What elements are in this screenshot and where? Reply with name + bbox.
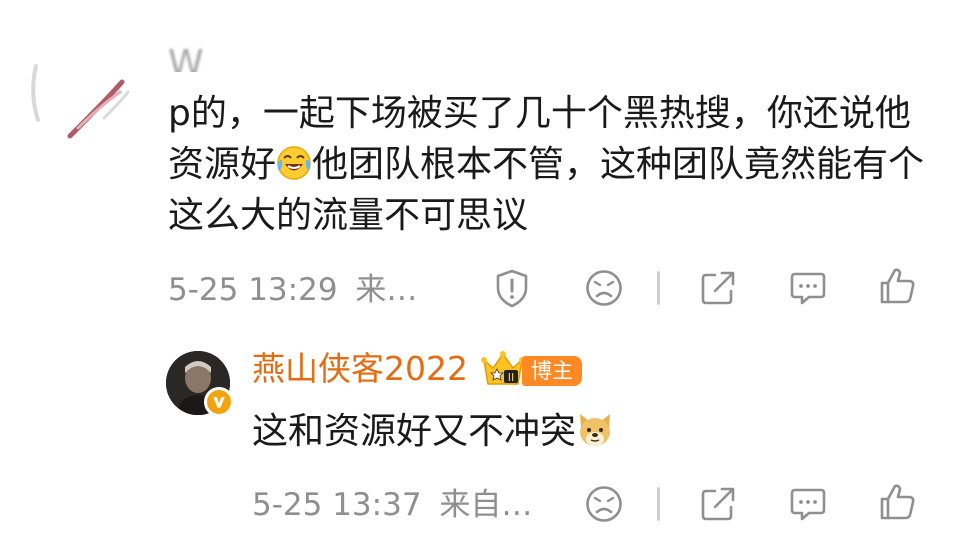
dislike-icon[interactable] bbox=[583, 267, 625, 309]
crown-level: II bbox=[508, 371, 515, 384]
laughing-crying-emoji bbox=[277, 146, 311, 180]
reply-text: 这和资源好又不冲突 bbox=[252, 410, 614, 454]
verified-v-badge-icon bbox=[204, 387, 234, 417]
reply-icon[interactable] bbox=[787, 483, 829, 525]
share-icon[interactable] bbox=[697, 483, 739, 525]
reply-icon[interactable] bbox=[787, 267, 829, 309]
divider bbox=[657, 271, 660, 305]
reply-time: 5-25 13:37 bbox=[252, 487, 422, 523]
blogger-tag: 博主 bbox=[522, 356, 582, 386]
dislike-icon[interactable] bbox=[583, 483, 625, 525]
like-icon[interactable] bbox=[877, 265, 919, 307]
fan-crown-badge-icon: II bbox=[481, 351, 525, 385]
comment-text: p的，一起下场被买了几十个黑热搜，你还说他资源好 他团队根本不管，这种团队竟然能… bbox=[168, 88, 928, 241]
like-icon[interactable] bbox=[877, 481, 919, 523]
truncated-comment-line: W bbox=[168, 43, 204, 72]
reply-source[interactable]: 来自… bbox=[439, 487, 532, 523]
reply-text-content: 这和资源好又不冲突 bbox=[252, 411, 577, 452]
comment-meta: 5-25 13:29 来… bbox=[168, 272, 417, 308]
comment-source[interactable]: 来… bbox=[355, 272, 417, 308]
partial-avatar-image bbox=[31, 64, 130, 139]
share-icon[interactable] bbox=[697, 267, 739, 309]
report-icon[interactable] bbox=[491, 267, 533, 309]
divider bbox=[657, 487, 660, 521]
comment-time: 5-25 13:29 bbox=[168, 272, 338, 308]
doge-emoji bbox=[580, 414, 611, 446]
reply-meta: 5-25 13:37 来自… bbox=[252, 487, 532, 523]
reply-username[interactable]: 燕山侠客2022 bbox=[252, 349, 468, 389]
